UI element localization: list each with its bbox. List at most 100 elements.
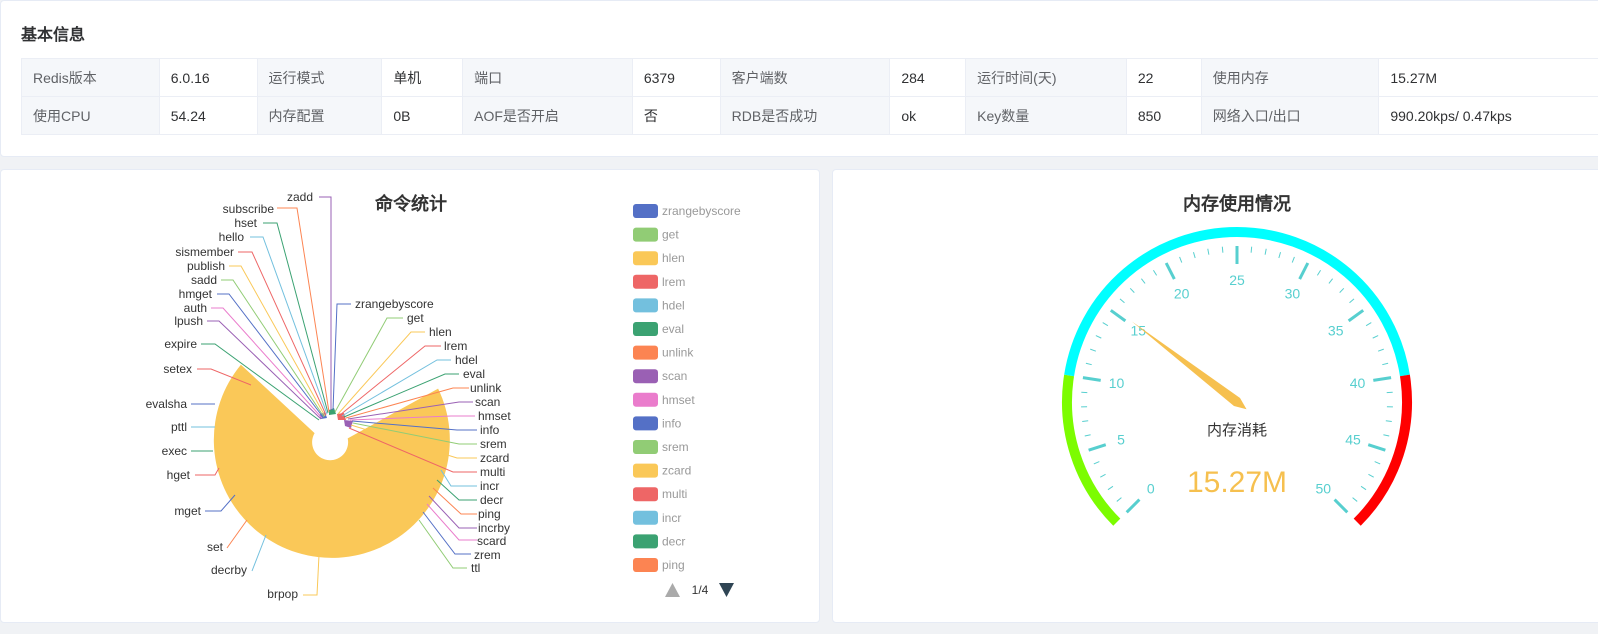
redis-version-label: Redis版本 [21,58,160,97]
gauge-minor-tick [1374,461,1381,465]
legend-swatch [633,487,658,502]
gauge-minor-tick [1339,287,1345,293]
legend-item[interactable]: hdel [633,298,685,313]
legend-item[interactable]: incr [633,510,681,525]
aof-label: AOF是否开启 [462,96,633,135]
rdb-label: RDB是否成功 [719,96,891,135]
legend-item[interactable]: decr [633,534,685,549]
memory-usage-card: 内存使用情况 0 5 10 15 20 25 30 35 40 45 50 内存消耗 15.27M [832,169,1598,623]
legend-item[interactable]: unlink [633,345,694,360]
gauge-major-tick [1164,262,1176,280]
pie-label: zrem [474,548,501,562]
gauge-major-tick [1333,498,1349,514]
command-legend: zrangebyscore get hlen lrem hdel eval unlink sc… [633,204,741,572]
memory-gauge-chart: 内存使用情况 05101520253035404550 内存消耗 15.27M [1062,193,1412,526]
legend-label: eval [662,322,684,336]
pie-label: get [407,311,424,325]
gauge-minor-tick [1107,485,1114,491]
gauge-pointer [1131,321,1247,410]
legend-swatch [633,274,658,289]
command-stats-card: 命令统计 zadd subscribe hset hello sismember… [0,169,820,623]
legend-item[interactable]: eval [633,322,684,336]
pie-label: hmset [478,409,511,423]
pie-label: publish [187,259,225,273]
pie-slice-brpop[interactable] [213,364,450,558]
pie-label: hset [234,216,257,230]
legend-label: multi [662,487,687,501]
gauge-minor-tick [1291,256,1295,263]
gauge-minor-tick [1152,270,1158,276]
legend-swatch [633,440,658,454]
pie-label: mget [174,504,201,518]
rdb-value: ok [889,96,967,135]
port-value: 6379 [631,58,721,97]
gauge-major-tick [1347,309,1365,323]
legend-label: get [662,228,679,242]
gauge-minor-tick [1360,485,1367,491]
network-value: 990.20kps/ 0.47kps [1378,96,1598,135]
redis-version-value: 6.0.16 [158,58,258,97]
gauge-minor-tick [1349,298,1355,304]
run-mode-label: 运行模式 [256,58,383,97]
pie-label: expire [164,337,197,351]
gauge-tick-label: 50 [1315,480,1331,496]
legend-item[interactable]: srem [633,440,689,454]
legend-item[interactable]: scan [633,369,687,384]
pie-label: lpush [174,314,203,328]
pie-label: lrem [444,339,467,353]
pie-label: pttl [171,420,187,434]
legend-item[interactable]: multi [633,487,687,502]
basic-info-table: Redis版本 6.0.16 运行模式 单机 端口 6379 客户端数 284 … [21,58,1598,135]
run-mode-value: 单机 [381,58,464,97]
gauge-tick-label: 30 [1285,285,1301,301]
legend-swatch [633,463,658,478]
legend-item[interactable]: zcard [633,463,691,478]
key-count-label: Key数量 [965,96,1127,135]
table-row: 使用CPU 54.24 内存配置 0B AOF是否开启 否 RDB是否成功 ok… [21,96,1598,135]
pie-label: hdel [455,353,478,367]
gauge-minor-tick [1372,335,1379,339]
gauge-minor-tick [1084,434,1091,437]
legend-item[interactable]: ping [633,558,685,572]
pie-label: multi [480,465,505,479]
rose-pie [213,364,450,558]
legend-label: decr [662,534,685,548]
pie-label: ping [478,507,501,521]
legend-label: incr [662,511,681,525]
legend-item[interactable]: hlen [633,251,685,266]
gauge-tick-label: 20 [1174,285,1190,301]
legend-item[interactable]: info [633,416,682,431]
legend-page-indicator: 1/4 [692,583,709,597]
pie-label: zadd [287,190,313,204]
pie-label: hmget [179,287,213,301]
gauge-tick-label: 10 [1109,375,1125,391]
gauge-minor-tick [1129,287,1135,293]
pie-label: sismember [175,245,234,259]
cpu-value: 54.24 [158,96,258,135]
gauge-minor-tick [1383,434,1390,437]
legend-next-icon[interactable] [719,583,734,597]
legend-item[interactable]: hmset [633,392,695,407]
legend-prev-icon[interactable] [665,583,680,597]
pie-label: set [207,540,224,554]
legend-item[interactable]: get [633,227,679,242]
legend-label: scan [662,369,687,383]
pie-slice-small[interactable] [344,420,353,428]
gauge-tick-label: 25 [1229,272,1245,288]
legend-item[interactable]: zrangebyscore [633,204,741,218]
legend-label: hlen [662,251,685,265]
pie-label: hello [219,230,245,244]
pie-label: ttl [471,561,480,575]
uptime-value: 22 [1125,58,1202,97]
used-memory-value: 15.27M [1378,58,1598,97]
legend-item[interactable]: lrem [633,274,685,289]
gauge-minor-tick [1207,248,1210,255]
gauge-minor-tick [1264,248,1267,255]
gauge-tick-label: 5 [1117,432,1125,448]
pie-label: incr [480,479,499,493]
aof-value: 否 [631,96,721,135]
gauge-major-tick [1125,498,1141,514]
gauge-major-tick [1082,376,1101,382]
basic-info-title: 基本信息 [21,27,86,44]
network-label: 网络入口/出口 [1200,96,1380,135]
